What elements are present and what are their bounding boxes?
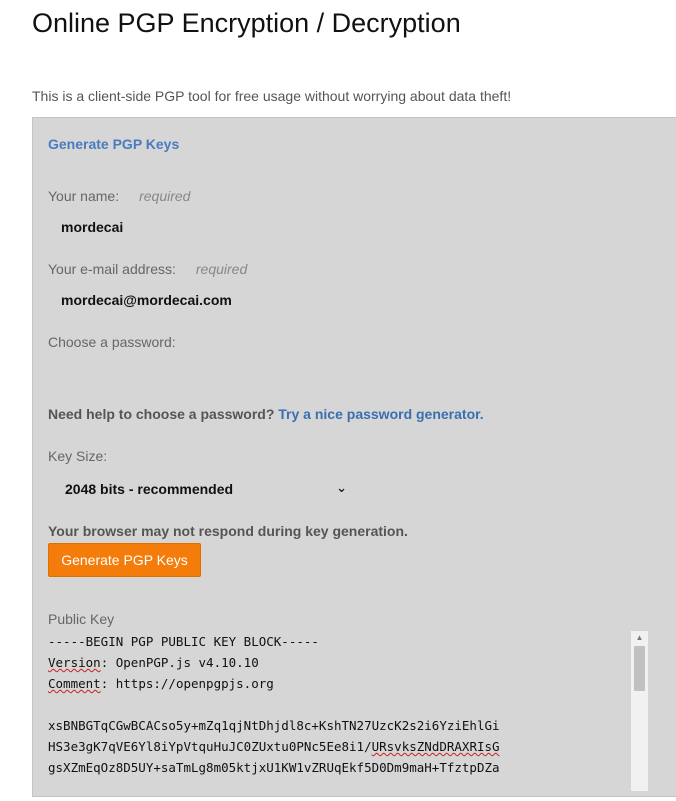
name-required-hint: required (139, 188, 191, 204)
public-key-scrollbar[interactable]: ▲ (631, 631, 648, 791)
key-size-select[interactable]: 2048 bits - recommended ⌄ (65, 480, 347, 501)
public-key-line-part: HS3e3gK7qVE6Yl8iYpVtquHuJC0ZUxtu0PNc5Ee8… (48, 739, 372, 754)
key-size-selected-value: 2048 bits - recommended (65, 481, 234, 497)
public-key-label: Public Key (48, 611, 115, 627)
public-key-line: HS3e3gK7qVE6Yl8iYpVtquHuJC0ZUxtu0PNc5Ee8… (48, 736, 650, 757)
password-input[interactable] (61, 365, 461, 381)
scroll-up-icon[interactable]: ▲ (631, 631, 648, 645)
public-key-line-part: Version (48, 655, 101, 670)
public-key-textarea[interactable]: -----BEGIN PGP PUBLIC KEY BLOCK----- Ver… (48, 631, 650, 801)
password-help: Need help to choose a password? Try a ni… (48, 406, 484, 422)
name-input[interactable] (61, 219, 461, 235)
public-key-line-part: : OpenPGP.js v4.10.10 (100, 655, 259, 670)
email-required-hint: required (195, 261, 248, 277)
section-title: Generate PGP Keys (48, 136, 180, 152)
key-size-label: Key Size: (48, 448, 108, 464)
page-title: Online PGP Encryption / Decryption (32, 8, 461, 38)
public-key-line: -----BEGIN PGP PUBLIC KEY BLOCK----- (48, 634, 319, 649)
public-key-line (48, 694, 650, 715)
public-key-line-part: : https://openpgpjs.org (100, 676, 274, 691)
password-label: Choose a password: (48, 334, 176, 350)
password-generator-link[interactable]: Try a nice password generator. (278, 406, 483, 422)
browser-warning: Your browser may not respond during key … (48, 523, 408, 539)
password-help-text: Need help to choose a password? (48, 406, 275, 422)
email-input[interactable] (61, 292, 461, 308)
email-label-text: Your e-mail address: (48, 261, 176, 277)
scroll-thumb[interactable] (634, 646, 645, 691)
public-key-line: xsBNBGTqCGwBCACso5y+mZq1qjNtDhjdl8c+KshT… (48, 718, 500, 733)
name-label: Your name: required (48, 188, 190, 204)
name-label-text: Your name: (48, 188, 120, 204)
public-key-line: gsXZmEqOz8D5UY+saTmLg8m05ktjxU1KW1vZRUqE… (48, 760, 500, 775)
intro-text: This is a client-side PGP tool for free … (32, 88, 512, 104)
chevron-down-icon: ⌄ (336, 480, 347, 495)
public-key-line-part: URsvksZNdDRAXRIsG (371, 739, 500, 754)
public-key-line: Version: OpenPGP.js v4.10.10 (48, 652, 650, 673)
public-key-line: Comment: https://openpgpjs.org (48, 673, 650, 694)
public-key-line-part: Comment (48, 676, 101, 691)
generate-keys-button[interactable]: Generate PGP Keys (48, 543, 201, 577)
email-label: Your e-mail address: required (48, 261, 247, 277)
key-generator-panel: Generate PGP Keys Your name: required You… (32, 117, 676, 797)
